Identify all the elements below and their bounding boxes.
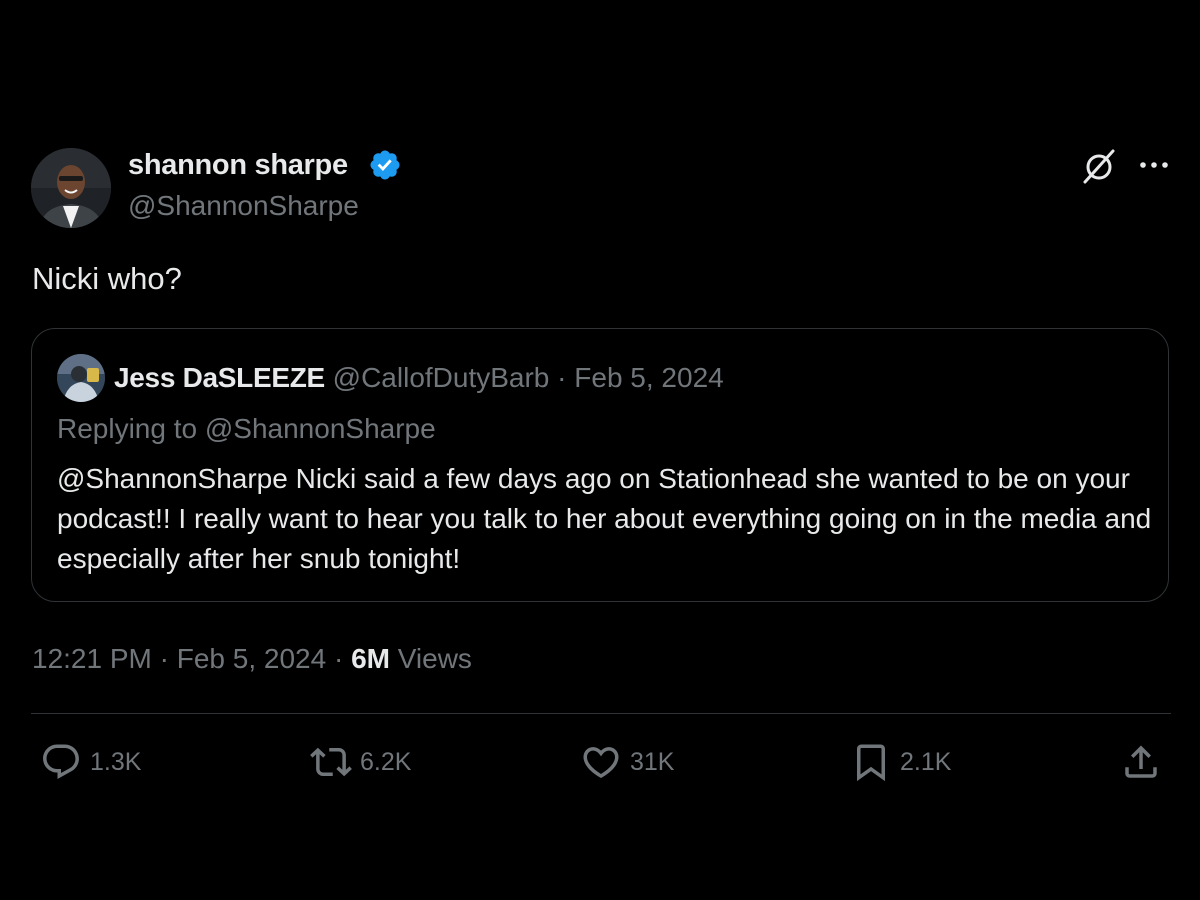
views-count: 6M	[351, 643, 390, 674]
bookmark-count: 2.1K	[900, 747, 952, 776]
tweet-time-date[interactable]: 12:21 PM · Feb 5, 2024 ·	[32, 643, 351, 674]
repost-button[interactable]: 6.2K	[310, 740, 411, 784]
tweet-text: Nicki who?	[32, 261, 182, 296]
author-display-name[interactable]: shannon sharpe	[128, 149, 348, 182]
quoted-tweet-header: Jess DaSLEEZE @CallofDutyBarb · Feb 5, 2…	[114, 362, 724, 394]
quoted-author-avatar[interactable]	[57, 354, 105, 402]
quoted-tweet-text: @ShannonSharpe Nicki said a few days ago…	[57, 463, 1152, 574]
verified-badge-icon	[370, 150, 400, 180]
like-button[interactable]: 31K	[580, 740, 674, 784]
grok-icon[interactable]	[1080, 147, 1118, 185]
quoted-author-handle-date: @CallofDutyBarb · Feb 5, 2024	[332, 362, 724, 393]
quoted-author-avatar-image	[57, 354, 105, 402]
bookmark-button[interactable]: 2.1K	[850, 740, 951, 784]
share-icon	[1125, 745, 1157, 778]
reply-button[interactable]: 1.3K	[40, 740, 141, 784]
quoted-tweet-card[interactable]: Jess DaSLEEZE @CallofDutyBarb · Feb 5, 2…	[31, 328, 1169, 602]
divider	[31, 713, 1171, 714]
quoted-author-name[interactable]: Jess DaSLEEZE	[114, 362, 325, 393]
repost-icon	[310, 747, 352, 777]
replying-to-label: Replying to @ShannonSharpe	[57, 413, 436, 444]
like-count: 31K	[630, 747, 675, 776]
author-avatar[interactable]	[31, 148, 111, 228]
more-icon[interactable]	[1136, 150, 1172, 180]
bookmark-icon	[857, 744, 885, 782]
heart-icon	[583, 747, 619, 779]
tweet-timestamp: 12:21 PM · Feb 5, 2024 · 6M Views	[32, 643, 472, 675]
share-button[interactable]	[1120, 740, 1170, 784]
author-avatar-image	[31, 148, 111, 228]
repost-count: 6.2K	[360, 747, 412, 776]
views-label: Views	[389, 643, 472, 674]
quoted-author-meta: @CallofDutyBarb · Feb 5, 2024	[333, 362, 724, 393]
author-handle[interactable]: @ShannonSharpe	[128, 190, 359, 222]
reply-count: 1.3K	[90, 747, 142, 776]
tweet: shannon sharpe @ShannonSharpe Nicki who?…	[0, 0, 1200, 900]
reply-icon	[43, 744, 79, 779]
